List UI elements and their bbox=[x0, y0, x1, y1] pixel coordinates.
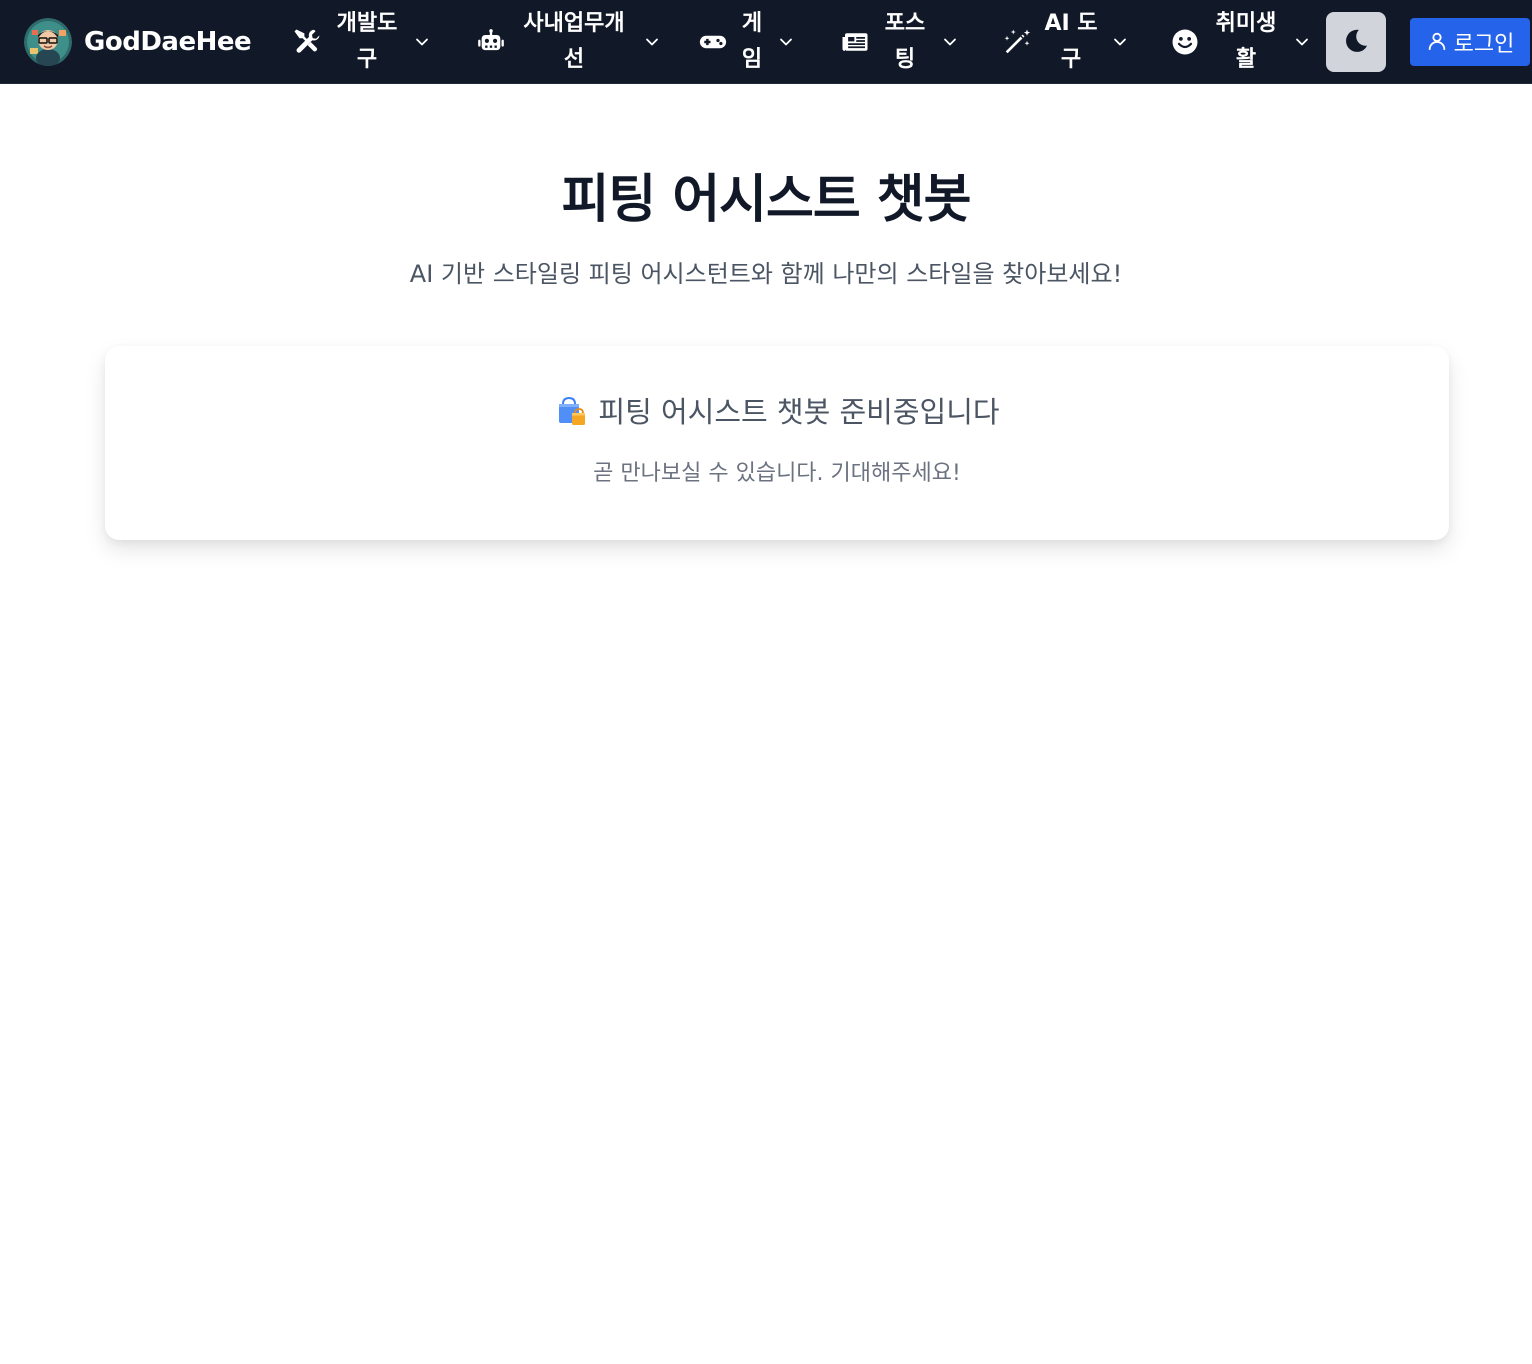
moon-icon bbox=[1342, 27, 1370, 58]
newspaper-icon bbox=[840, 27, 870, 57]
coming-soon-heading: 피팅 어시스트 챗봇 준비중입니다 bbox=[105, 392, 1449, 432]
coming-soon-message: 곧 만나보실 수 있습니다. 기대해주세요! bbox=[593, 461, 961, 486]
nav-item-label: AI 도구 bbox=[1044, 11, 1098, 72]
nav-item-label: 사내업무개선 bbox=[523, 11, 625, 72]
brand-home-link[interactable]: GodDaeHee bbox=[24, 18, 252, 66]
chevron-down-icon bbox=[414, 34, 430, 50]
chevron-down-icon bbox=[1294, 34, 1310, 50]
brand-name: GodDaeHee bbox=[84, 27, 252, 57]
page-title: 피팅 어시스트 챗봇 bbox=[561, 170, 972, 230]
chevron-down-icon bbox=[942, 34, 958, 50]
coming-soon-card: 피팅 어시스트 챗봇 준비중입니다 곧 만나보실 수 있습니다. 기대해주세요! bbox=[105, 346, 1449, 540]
nav-item-hobbies[interactable]: 취미생활 bbox=[1170, 0, 1310, 84]
nav-item-posting[interactable]: 포스팅 bbox=[840, 0, 958, 84]
avatar-logo-icon bbox=[24, 18, 72, 66]
top-navbar: GodDaeHee 개발도구 사내업무개선 게임 포스팅 AI 도구 취미생활 … bbox=[0, 0, 1532, 84]
nav-item-label: 포스팅 bbox=[884, 11, 926, 72]
nav-item-label: 게임 bbox=[741, 11, 763, 72]
user-icon bbox=[1426, 30, 1448, 55]
nav-item-dev-tools[interactable]: 개발도구 bbox=[292, 0, 430, 84]
magic-wand-icon bbox=[1002, 27, 1032, 57]
gamepad-icon bbox=[698, 27, 728, 57]
chevron-down-icon bbox=[778, 34, 794, 50]
shopping-bags-icon bbox=[554, 395, 588, 429]
chevron-down-icon bbox=[644, 34, 660, 50]
tools-icon bbox=[292, 27, 322, 57]
nav-item-ai-tools[interactable]: AI 도구 bbox=[1002, 0, 1128, 84]
coming-soon-title: 피팅 어시스트 챗봇 준비중입니다 bbox=[598, 395, 1000, 429]
nav-item-games[interactable]: 게임 bbox=[698, 0, 794, 84]
page-subtitle: AI 기반 스타일링 피팅 어시스턴트와 함께 나만의 스타일을 찾아보세요! bbox=[409, 260, 1123, 288]
nav-item-label: 취미생활 bbox=[1215, 11, 1277, 72]
login-button[interactable]: 로그인 bbox=[1410, 18, 1530, 66]
chevron-down-icon bbox=[1112, 34, 1128, 50]
login-label: 로그인 bbox=[1453, 31, 1515, 56]
theme-toggle-button[interactable] bbox=[1326, 12, 1386, 72]
nav-item-workplace-improvement[interactable]: 사내업무개선 bbox=[476, 0, 660, 84]
robot-icon bbox=[476, 27, 506, 57]
nav-item-label: 개발도구 bbox=[336, 11, 398, 72]
smile-icon bbox=[1170, 27, 1200, 57]
